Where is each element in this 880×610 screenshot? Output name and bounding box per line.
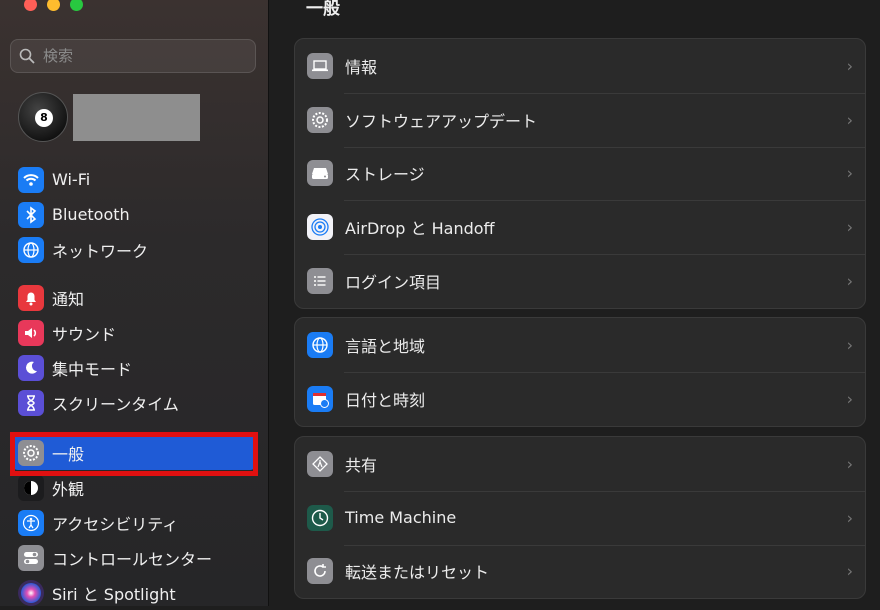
settings-row-label: AirDrop と Handoff [345, 219, 495, 239]
settings-row-label: ソフトウェアアップデート [345, 111, 538, 131]
airdrop-icon [307, 214, 333, 241]
chevron-right-icon: › [846, 454, 853, 474]
globe-icon [307, 331, 333, 358]
sharing-icon [307, 450, 333, 477]
moon-icon [18, 354, 44, 381]
avatar[interactable]: 8 [18, 92, 68, 142]
settings-row[interactable]: 言語と地域 › [295, 318, 865, 372]
sidebar-item-label: アクセシビリティ [52, 514, 179, 534]
chevron-right-icon: › [846, 335, 853, 355]
time-machine-icon [307, 504, 333, 531]
settings-row-label: Time Machine [345, 508, 457, 528]
settings-row-label: ストレージ [345, 165, 425, 185]
calendar-clock-icon [307, 385, 333, 412]
sidebar-item[interactable]: ネットワーク [12, 232, 256, 267]
appearance-icon [18, 474, 44, 501]
settings-card: 言語と地域 › 日付と時刻 › [294, 317, 866, 427]
search-input[interactable] [41, 46, 245, 66]
sidebar-item-label: コントロールセンター [52, 549, 213, 569]
sidebar-item-label: Wi-Fi [52, 170, 91, 189]
window-controls [24, 0, 83, 11]
gear-badge-icon [307, 106, 333, 133]
settings-row[interactable]: 情報 › [295, 39, 865, 93]
chevron-right-icon: › [846, 508, 853, 528]
sidebar-item[interactable]: Bluetooth [12, 197, 256, 232]
sidebar-item[interactable]: 通知 [12, 280, 256, 315]
main-pane: 一般 情報 › ソフトウェアアップデート › ストレージ › AirDrop と Hando… [269, 0, 880, 606]
chevron-right-icon: › [846, 271, 853, 291]
reset-icon [307, 558, 333, 585]
sidebar-item-label: Bluetooth [52, 205, 130, 224]
sidebar-item[interactable]: 集中モード [12, 350, 256, 385]
eight-ball-icon: 8 [35, 109, 53, 127]
sidebar-item-label: 集中モード [52, 359, 133, 379]
settings-row[interactable]: ソフトウェアアップデート › [295, 92, 865, 147]
settings-row-label: 言語と地域 [345, 336, 426, 356]
sidebar-item[interactable]: コントロールセンター [12, 540, 256, 575]
globe-icon [18, 236, 44, 263]
chevron-right-icon: › [846, 110, 853, 130]
settings-row[interactable]: ストレージ › [295, 146, 865, 201]
settings-row[interactable]: 転送またはリセット › [295, 544, 865, 599]
settings-row[interactable]: 共有 › [295, 437, 865, 491]
hourglass-icon [18, 389, 44, 416]
sidebar-item-label: 外観 [52, 479, 85, 499]
sidebar-item-label: Siri と Spotlight [52, 584, 176, 604]
bluetooth-icon [18, 201, 44, 228]
chevron-right-icon: › [846, 389, 853, 409]
account-section[interactable]: 8 [18, 92, 200, 142]
siri-icon [18, 579, 44, 606]
bell-icon [18, 284, 44, 311]
chevron-right-icon: › [846, 561, 853, 581]
settings-card: 情報 › ソフトウェアアップデート › ストレージ › AirDrop と Handoff ›… [294, 38, 866, 309]
sidebar-item[interactable]: サウンド [12, 315, 256, 350]
search-field[interactable] [10, 39, 256, 73]
speaker-icon [18, 319, 44, 346]
sidebar-item-label: ネットワーク [52, 241, 149, 261]
settings-row-label: ログイン項目 [345, 273, 442, 293]
wifi-icon [18, 166, 44, 193]
sidebar-item-label: サウンド [52, 324, 117, 344]
accessibility-icon [18, 509, 44, 536]
highlight-annotation [10, 432, 258, 476]
sidebar-item[interactable]: Wi-Fi [12, 162, 256, 197]
chevron-right-icon: › [846, 217, 853, 237]
sidebar-item-label: スクリーンタイム [52, 394, 179, 414]
settings-card: 共有 › Time Machine › 転送またはリセット › [294, 436, 866, 600]
zoom-window-button[interactable] [70, 0, 83, 11]
search-icon [19, 48, 35, 64]
sidebar: 8 Wi-Fi Bluetooth ネットワーク通知サウンド集中モードスクリーンタイ… [0, 0, 269, 606]
redacted-account-name [73, 93, 200, 141]
settings-row[interactable]: AirDrop と Handoff › [295, 200, 865, 254]
settings-row[interactable]: ログイン項目 › [295, 254, 865, 308]
sidebar-item-label: 通知 [52, 289, 85, 309]
sidebar-item[interactable]: Siri と Spotlight [12, 575, 256, 610]
toggles-icon [18, 544, 44, 571]
drive-icon [307, 160, 333, 187]
chevron-right-icon: › [846, 56, 853, 76]
settings-row-label: 転送またはリセット [345, 563, 490, 583]
page-title: 一般 [306, 0, 340, 19]
minimize-window-button[interactable] [47, 0, 60, 11]
settings-row[interactable]: 日付と時刻 › [295, 371, 865, 426]
laptop-icon [307, 52, 333, 79]
list-icon [307, 268, 333, 295]
sidebar-group: 通知サウンド集中モードスクリーンタイム [12, 280, 256, 420]
settings-row-label: 情報 [345, 57, 378, 77]
chevron-right-icon: › [846, 163, 853, 183]
sidebar-item[interactable]: アクセシビリティ [12, 505, 256, 540]
sidebar-item[interactable]: スクリーンタイム [12, 385, 256, 420]
settings-row-label: 共有 [345, 455, 378, 475]
settings-row[interactable]: Time Machine › [295, 490, 865, 545]
sidebar-group: Wi-Fi Bluetooth ネットワーク [12, 162, 256, 267]
settings-row-label: 日付と時刻 [345, 390, 426, 410]
close-window-button[interactable] [24, 0, 37, 11]
